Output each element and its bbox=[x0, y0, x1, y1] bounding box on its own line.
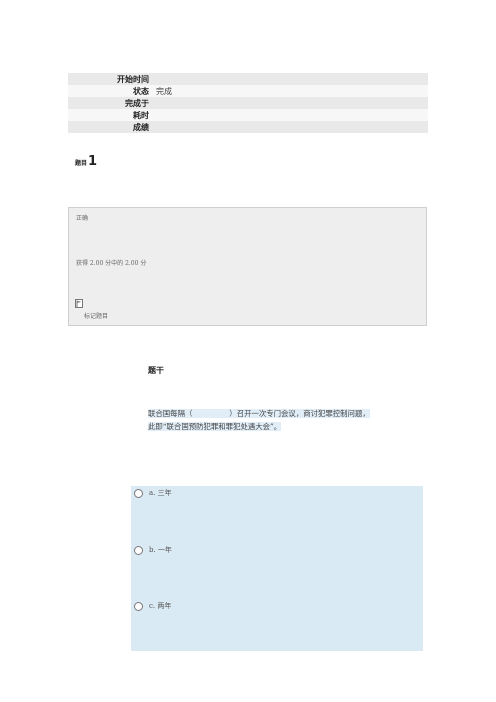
radio-button[interactable] bbox=[134, 601, 143, 611]
question-stem-label: 题干 bbox=[148, 366, 164, 375]
answer-option-b[interactable]: b. 一年 bbox=[131, 545, 172, 555]
summary-row-start-time: 开始时间 bbox=[68, 73, 428, 85]
flag-question-link[interactable]: 标记题目 bbox=[84, 311, 108, 320]
summary-value: 完成 bbox=[156, 86, 172, 96]
answer-option-label[interactable]: c. 两年 bbox=[149, 601, 171, 611]
answer-option-label[interactable]: a. 三年 bbox=[149, 488, 172, 498]
summary-label: 开始时间 bbox=[117, 74, 149, 84]
answer-option-a[interactable]: a. 三年 bbox=[131, 488, 172, 498]
summary-label: 状态 bbox=[133, 86, 149, 96]
question-number-value: 1 bbox=[88, 154, 98, 169]
question-text-line: 此即“联合国预防犯罪和罪犯处遇大会”。 bbox=[148, 422, 282, 431]
summary-label: 成绩 bbox=[133, 122, 149, 132]
summary-row-status: 状态 完成 bbox=[68, 85, 428, 97]
question-grade: 获得 2.00 分中的 2.00 分 bbox=[76, 260, 147, 267]
question-info-panel: 正确 获得 2.00 分中的 2.00 分 标记题目 bbox=[68, 207, 427, 326]
question-number: 题目 1 bbox=[75, 155, 97, 168]
summary-label: 完成于 bbox=[125, 98, 149, 108]
answer-option-c[interactable]: c. 两年 bbox=[131, 601, 171, 611]
radio-button[interactable] bbox=[134, 488, 143, 498]
question-prefix: 题目 bbox=[75, 160, 88, 167]
answer-options: a. 三年 b. 一年 c. 两年 bbox=[131, 486, 423, 651]
summary-row-completed-on: 完成于 bbox=[68, 97, 428, 109]
summary-label: 耗时 bbox=[133, 110, 149, 120]
question-state: 正确 bbox=[76, 215, 89, 222]
summary-row-time-taken: 耗时 bbox=[68, 109, 428, 121]
flag-icon[interactable] bbox=[75, 299, 83, 308]
question-text: 联合国每隔（ ）召开一次专门会议，商讨犯罪控制问题， 此即“联合国预防犯罪和罪犯… bbox=[148, 407, 423, 433]
question-text-line: 联合国每隔（ ）召开一次专门会议，商讨犯罪控制问题， bbox=[148, 409, 370, 418]
radio-button[interactable] bbox=[134, 545, 143, 555]
answer-option-label[interactable]: b. 一年 bbox=[149, 545, 172, 555]
attempt-summary-table: 开始时间 状态 完成 完成于 耗时 成绩 bbox=[68, 73, 428, 133]
summary-row-grade: 成绩 bbox=[68, 121, 428, 133]
